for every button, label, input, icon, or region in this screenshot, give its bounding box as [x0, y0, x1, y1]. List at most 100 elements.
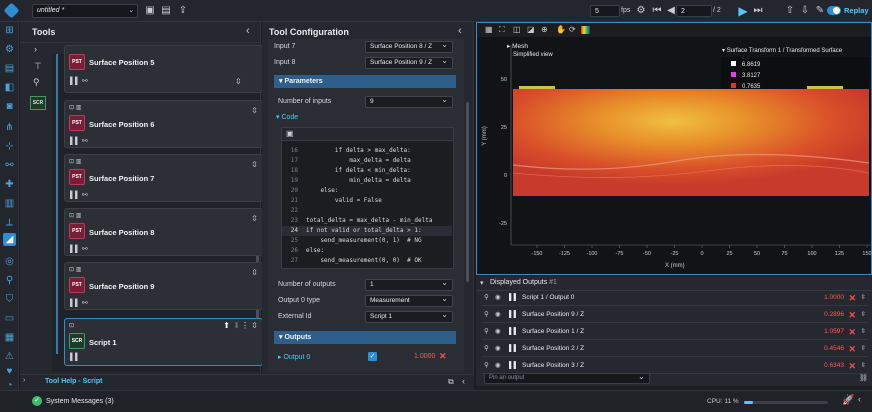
sort-icon[interactable]: ⇳ — [235, 77, 256, 86]
collapse-left-icon[interactable]: ‹ — [246, 25, 250, 37]
3d-viewer[interactable]: ▦ ⛶ ◫ ◪ ⊕ ✋ ⟳ ▸ Mesh Simplified view ▾ S… — [476, 22, 872, 275]
tool-card[interactable]: ⊡ ▥ ⇳ PST Surface Position 7 ▌▌ ⚯ — [64, 154, 263, 202]
num-outputs-select[interactable]: 1 — [365, 278, 453, 291]
alert-icon[interactable]: ⚠ — [3, 350, 16, 363]
layers-icon[interactable]: ◧ — [3, 81, 16, 94]
export-icon[interactable]: ⇪ — [176, 4, 190, 18]
tool-card-selected[interactable]: ⊡ ⬆ ⬇ ⋮ ⇳ SCR Script 1 ▌▌ — [64, 318, 263, 366]
sort-icon[interactable]: ⇳ — [861, 324, 866, 340]
output0-label[interactable]: ▸ Output 0 — [278, 353, 310, 361]
surface-tool-icon[interactable]: ◢ — [3, 233, 16, 246]
crosshair-icon[interactable]: ✚ — [3, 178, 16, 191]
output-row[interactable]: ⚲ ◉ ▌▌ Surface Position 1 / Z 1.0597 ✕ ⇳ — [482, 324, 868, 340]
sort-icon[interactable]: ⇳ — [251, 321, 258, 330]
network-icon[interactable]: ⊞ — [3, 24, 16, 37]
collapse-icon[interactable]: ▾ — [480, 279, 484, 287]
move-down-icon[interactable]: ⬇ — [233, 321, 240, 330]
pin-icon[interactable]: ⚲ — [484, 307, 489, 323]
heartbeat-icon[interactable]: ♥ — [3, 365, 16, 378]
eye-icon[interactable]: ◉ — [495, 290, 501, 306]
upload-icon[interactable]: ⇧ — [783, 4, 797, 18]
eye-icon[interactable]: ◉ — [495, 324, 501, 340]
collapse-icon[interactable]: ‹ — [858, 394, 861, 404]
frame-input[interactable]: 2 — [676, 5, 712, 17]
parameters-section-header[interactable]: ▾ Parameters — [274, 75, 456, 88]
output0-type-select[interactable]: Measurement — [365, 294, 453, 307]
replay-toggle[interactable] — [827, 6, 841, 15]
input7-select[interactable]: Surface Position 8 / Z — [365, 40, 453, 53]
play-icon[interactable]: ▶ — [736, 4, 750, 18]
eye-icon[interactable]: ◉ — [495, 307, 501, 323]
num-inputs-select[interactable]: 9 — [365, 95, 453, 108]
output-row[interactable]: ⚲ ◉ ▌▌ Surface Position 3 / Z 0.6343 ✕ ⇳ — [482, 358, 868, 374]
output-row[interactable]: ⚲ ◉ ▌▌ Script 1 / Output 0 1.0000 ✕ ⇳ — [482, 290, 868, 306]
measure-icon[interactable]: ⟂ — [3, 216, 16, 229]
screen-icon[interactable]: ▭ — [3, 312, 16, 325]
tool-card[interactable]: PST Surface Position 5 ▌▌ ⚯ — [64, 45, 263, 93]
close-icon[interactable]: ✕ — [439, 351, 447, 362]
pin-icon[interactable]: ⚲ — [484, 358, 489, 374]
sort-icon[interactable]: ⇳ — [861, 290, 866, 306]
share-icon[interactable]: ⚯ — [3, 159, 16, 172]
system-messages[interactable]: System Messages (3) — [46, 398, 114, 405]
gear-icon[interactable]: ⚙ — [3, 43, 16, 56]
target-icon[interactable]: ◎ — [3, 255, 16, 268]
expand-icon[interactable]: › — [34, 44, 37, 54]
save-as-icon[interactable]: ▤ — [159, 4, 173, 18]
input8-select[interactable]: Surface Position 9 / Z — [365, 56, 453, 69]
tool-card[interactable]: ⊡ ▥ ⇳ PST Surface Position 9 ▌▌ ⚯ — [64, 262, 263, 310]
rocket-icon[interactable]: 🚀 — [842, 395, 854, 406]
download-icon[interactable]: ⇩ — [798, 4, 812, 18]
sort-icon[interactable]: ⇳ — [861, 341, 866, 357]
shield-icon[interactable]: ⛉ — [3, 293, 16, 306]
clear-icon[interactable]: ✎ — [813, 4, 827, 18]
file-name-select[interactable]: untitled * ⌄ — [32, 4, 138, 18]
code-editor[interactable]: ▣ 16 if delta > max_delta: 17 max_delta … — [281, 127, 454, 269]
sort-icon[interactable]: ⇳ — [861, 358, 866, 374]
filter-icon[interactable]: ⊤ — [34, 61, 42, 72]
skip-forward-icon[interactable]: ⏭ — [751, 4, 765, 18]
tool-card[interactable]: ⊡ ▥ ⇳ PST Surface Position 8 ▌▌ ⚯ — [64, 208, 263, 256]
outputs-section-header[interactable]: ▾ Outputs — [274, 331, 456, 344]
clipboard-icon[interactable]: ▦ — [3, 331, 16, 344]
fps-input[interactable]: 5 — [590, 5, 620, 17]
search-icon[interactable]: ⚲ — [33, 77, 40, 88]
output-row[interactable]: ⚲ ◉ ▌▌ Surface Position 2 / Z 0.4546 ✕ ⇳ — [482, 341, 868, 357]
scrollbar[interactable] — [466, 102, 469, 282]
more-icon[interactable]: ⋮ — [241, 321, 249, 330]
close-icon[interactable]: ✕ — [848, 341, 856, 357]
tool-help-bar[interactable]: › Tool Help - Script ⧉ ‹ — [20, 374, 474, 390]
close-icon[interactable]: ✕ — [848, 307, 856, 323]
collapse-left-icon[interactable]: ‹ — [462, 376, 465, 386]
move-up-icon[interactable]: ⬆ — [223, 321, 230, 330]
close-icon[interactable]: ✕ — [848, 290, 856, 306]
sort-icon[interactable]: ⇳ — [861, 307, 866, 323]
popout-icon[interactable]: ⧉ — [448, 377, 454, 387]
eye-icon[interactable]: ◉ — [495, 358, 501, 374]
output-row[interactable]: ⚲ ◉ ▌▌ Surface Position 9 / Z 0.2896 ✕ ⇳ — [482, 307, 868, 323]
bars-icon[interactable]: ▥ — [3, 197, 16, 210]
link-icon[interactable]: ⛓ — [859, 374, 868, 382]
pin-icon[interactable]: ⚲ — [484, 290, 489, 306]
eye-icon[interactable]: ◉ — [495, 341, 501, 357]
close-icon[interactable]: ✕ — [848, 358, 856, 374]
tool-card[interactable]: ⊡ ▥ ⇳ PST Surface Position 6 ▌▌ ⚯ — [64, 100, 263, 148]
sort-icon[interactable]: ⇳ — [251, 106, 258, 115]
save-code-icon[interactable]: ▣ — [286, 129, 294, 138]
output0-checkbox[interactable]: ✓ — [368, 352, 377, 361]
code-toggle[interactable]: ▾ Code — [276, 113, 298, 121]
skip-back-icon[interactable]: ⏮ — [650, 4, 664, 18]
sort-icon[interactable]: ⇳ — [251, 160, 258, 169]
settings-icon[interactable]: ⚙ — [634, 4, 648, 18]
graph-icon[interactable]: ⊹ — [3, 140, 16, 153]
close-icon[interactable]: ✕ — [848, 324, 856, 340]
pin-icon[interactable]: ⚲ — [3, 274, 16, 287]
document-icon[interactable]: ▤ — [3, 62, 16, 75]
pin-icon[interactable]: ⚲ — [484, 341, 489, 357]
pin-icon[interactable]: ⚲ — [484, 324, 489, 340]
external-id-input[interactable]: Script 1 — [365, 310, 453, 323]
sort-icon[interactable]: ⇳ — [251, 214, 258, 223]
camera-icon[interactable]: ◙ — [3, 100, 16, 113]
sort-icon[interactable]: ⇳ — [251, 268, 258, 277]
pin-output-select[interactable]: Pin an output — [484, 373, 650, 384]
